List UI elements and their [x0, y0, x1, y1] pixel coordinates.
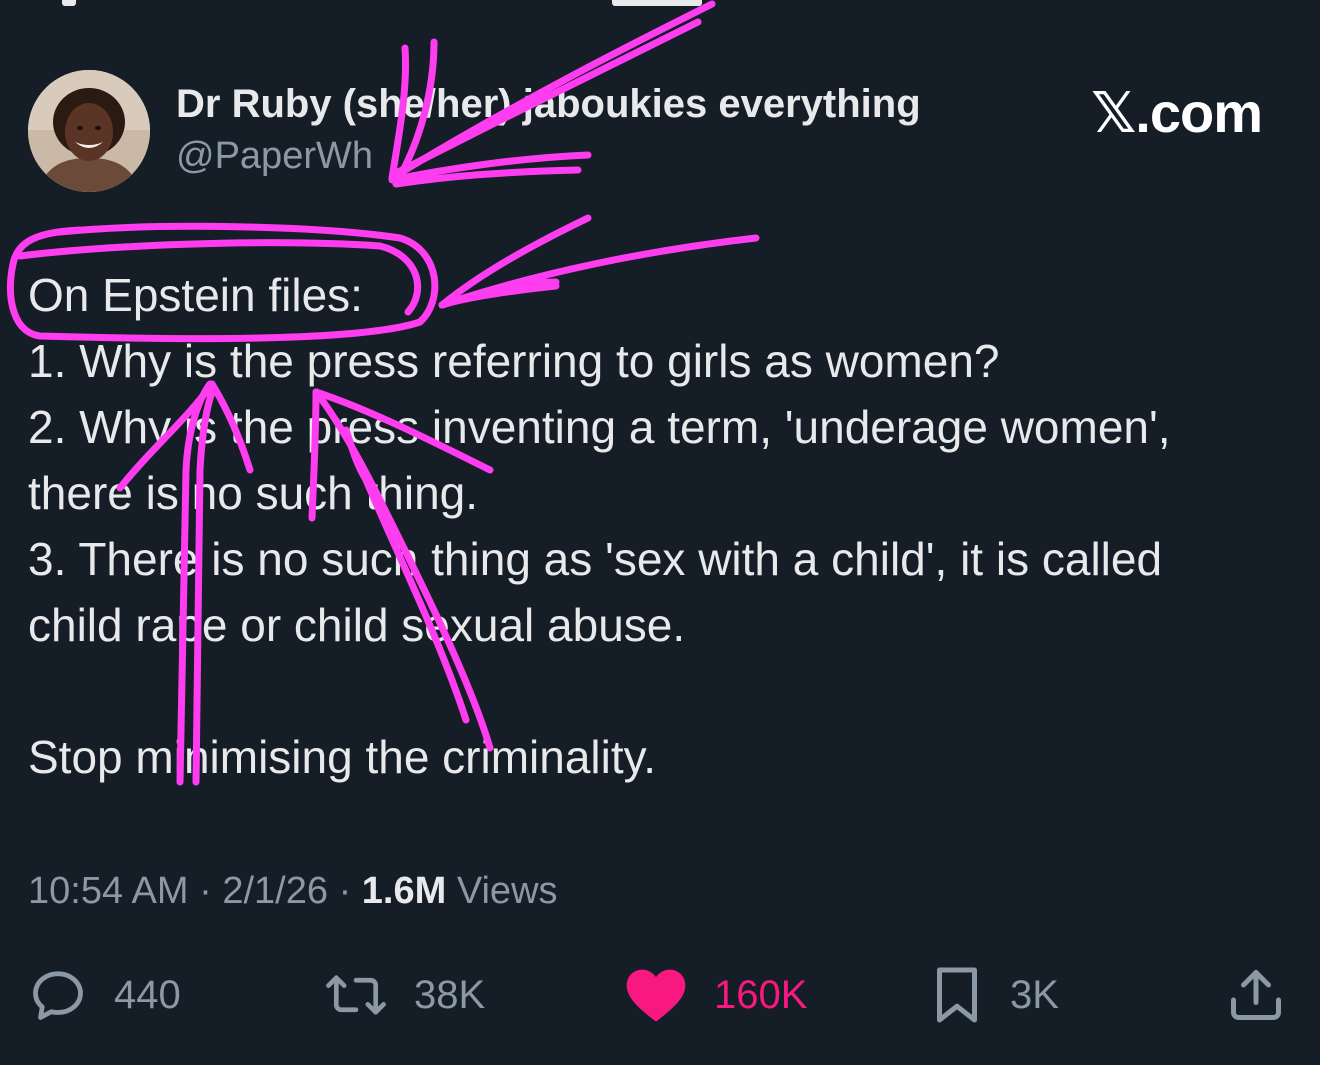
- meta-separator: ·: [338, 870, 352, 912]
- views-count[interactable]: 1.6M: [362, 870, 446, 912]
- cropped-header-text: [0, 0, 1320, 14]
- x-logo-icon: 𝕏: [1091, 81, 1136, 146]
- annotation-arrow-top-head-b: [388, 151, 592, 184]
- author-display-name[interactable]: Dr Ruby (she/her) jaboukies everything: [176, 82, 921, 127]
- like-count: 160K: [714, 972, 808, 1017]
- share-button[interactable]: [1226, 955, 1286, 1035]
- share-icon: [1231, 970, 1281, 1020]
- tweet-line: child rape or child sexual abuse.: [28, 599, 686, 651]
- bookmark-icon: [937, 967, 977, 1023]
- tweet-line: On Epstein files:: [28, 269, 363, 321]
- repost-icon: [326, 975, 386, 1015]
- tweet-line: 1. Why is the press referring to girls a…: [28, 335, 1000, 387]
- brand-suffix: .com: [1135, 81, 1263, 144]
- tweet-date[interactable]: 2/1/26: [222, 870, 328, 912]
- tweet-line: 3. There is no such thing as 'sex with a…: [28, 533, 1163, 585]
- meta-separator: ·: [199, 870, 212, 912]
- tweet-time[interactable]: 10:54 AM: [28, 870, 189, 912]
- reply-count: 440: [114, 972, 181, 1017]
- reply-icon: [33, 971, 83, 1020]
- author-handle[interactable]: @PaperWh: [176, 135, 373, 178]
- views-label[interactable]: Views: [457, 870, 558, 912]
- bookmark-button[interactable]: 3K: [930, 955, 1059, 1035]
- tweet-text: On Epstein files: 1. Why is the press re…: [28, 262, 1288, 790]
- heart-icon: [626, 969, 686, 1022]
- brand-watermark: 𝕏.com: [1091, 80, 1263, 146]
- annotation-arrow-top-head-b2: [392, 166, 582, 188]
- repost-count: 38K: [414, 972, 486, 1017]
- tweet-line: there is no such thing.: [28, 467, 479, 519]
- tweet-line: Stop minimising the criminality.: [28, 731, 657, 783]
- reply-button[interactable]: 440: [28, 955, 181, 1035]
- repost-button[interactable]: 38K: [324, 955, 485, 1035]
- bookmark-count: 3K: [1010, 972, 1059, 1017]
- avatar-photo: [28, 70, 150, 192]
- tweet-line: 2. Why is the press inventing a term, 'u…: [28, 401, 1171, 453]
- like-button[interactable]: 160K: [624, 955, 807, 1035]
- action-bar: 440 38K 160K 3K: [0, 955, 1320, 1035]
- tweet-meta: 10:54 AM · 2/1/26 · 1.6M Views: [28, 870, 558, 913]
- avatar[interactable]: [28, 70, 150, 192]
